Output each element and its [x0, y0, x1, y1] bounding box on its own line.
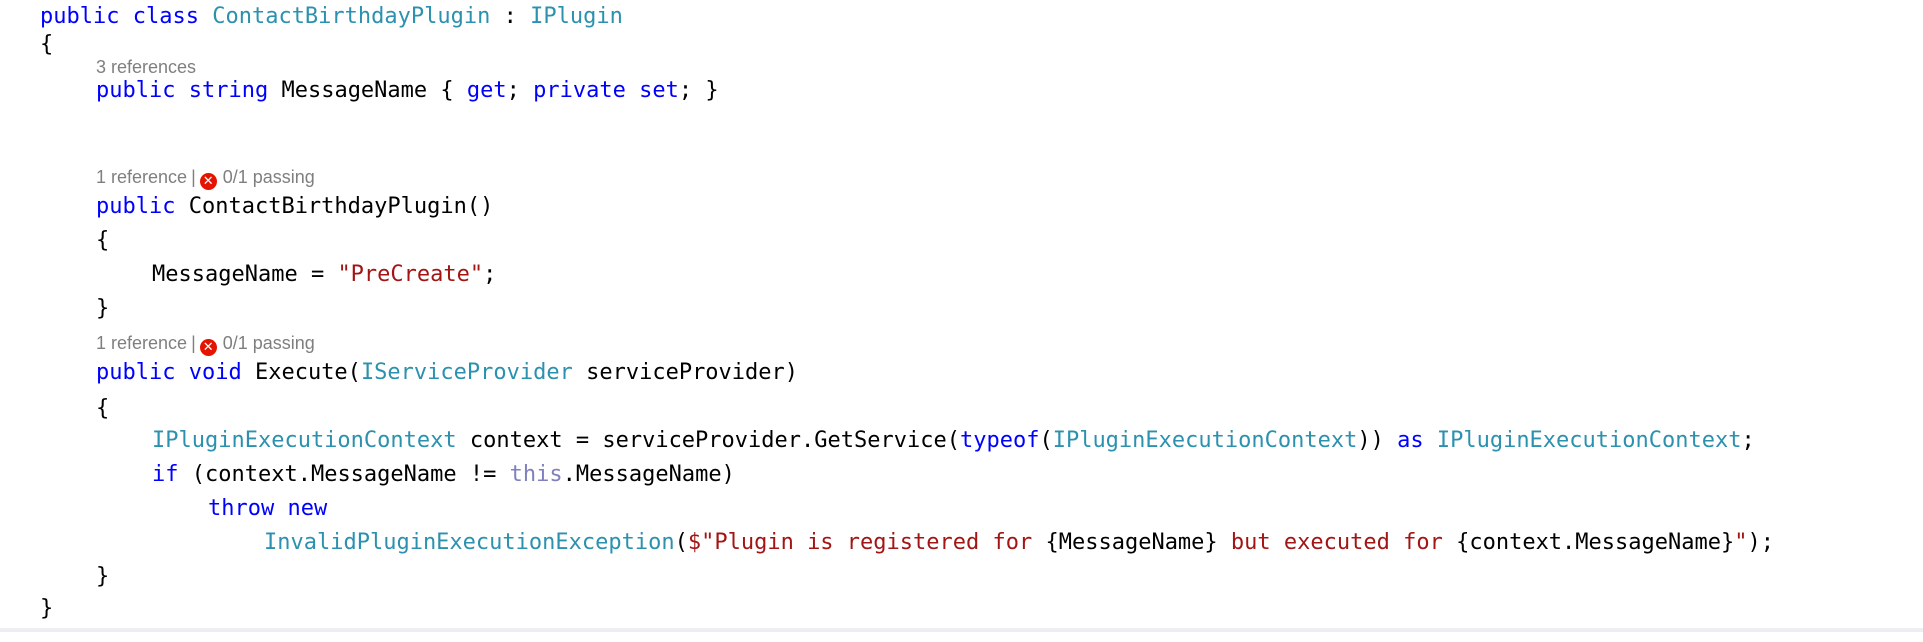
string-literal: $"Plugin is registered for: [687, 530, 1046, 555]
keyword: throw: [208, 496, 275, 521]
code-line-throw: throw new: [208, 492, 327, 526]
type-name: InvalidPluginExecutionException: [264, 530, 675, 555]
code-editor[interactable]: public class ContactBirthdayPlugin : IPl…: [0, 0, 1923, 632]
method-name: Execute(: [241, 360, 361, 385]
code-line-brace-open: {: [96, 392, 109, 426]
codelens-separator: |: [191, 333, 196, 353]
interpolation: {context.MessageName}: [1456, 530, 1735, 555]
keyword: this: [509, 462, 563, 487]
interpolation: {MessageName}: [1045, 530, 1218, 555]
type-name: IPluginExecutionContext: [1436, 428, 1742, 453]
punctuation: (: [674, 530, 688, 555]
keyword: get: [466, 78, 507, 103]
keyword: string: [188, 78, 269, 103]
code-line-constructor: public ContactBirthdayPlugin(): [96, 190, 493, 224]
code-line-property: public string MessageName { get; private…: [96, 74, 719, 108]
code-line-assignment: MessageName = "PreCreate";: [152, 258, 496, 292]
code-line-brace-close: }: [40, 592, 53, 626]
code-line-brace-close: }: [96, 292, 109, 326]
brace: {: [96, 228, 110, 253]
interface-name: IPlugin: [530, 4, 623, 29]
codelens-execute: 1 reference | ✕ 0/1 passing: [96, 330, 315, 356]
type-name: IPluginExecutionContext: [152, 428, 457, 453]
brace: }: [96, 296, 110, 321]
code-text: (context.MessageName !=: [178, 462, 510, 487]
punctuation: ;: [483, 262, 497, 287]
brace: }: [96, 564, 110, 589]
references-link[interactable]: 1 reference: [96, 333, 187, 353]
brace: }: [40, 596, 54, 621]
code-line-brace-open: {: [40, 28, 53, 62]
code-line-brace-close: }: [96, 560, 109, 594]
code-line-class-decl: public class ContactBirthdayPlugin : IPl…: [40, 0, 623, 34]
punctuation: )): [1357, 428, 1398, 453]
keyword: if: [152, 462, 179, 487]
keyword: public: [96, 78, 176, 103]
keyword: public: [96, 360, 176, 385]
code-line-exception: InvalidPluginExecutionException($"Plugin…: [264, 526, 1774, 560]
brace: {: [40, 32, 54, 57]
test-status-text: 0/1 passing: [222, 333, 315, 353]
colon: :: [490, 4, 531, 29]
string-literal: ": [1734, 530, 1748, 555]
punctuation: );: [1747, 530, 1775, 555]
test-status[interactable]: ✕ 0/1 passing: [199, 167, 315, 190]
code-line-context: IPluginExecutionContext context = servic…: [152, 424, 1755, 458]
property-name: MessageName {: [268, 78, 467, 103]
string-literal: but executed for: [1217, 530, 1457, 555]
brace: {: [96, 396, 110, 421]
type-name: IPluginExecutionContext: [1052, 428, 1358, 453]
code-line-if: if (context.MessageName != this.MessageN…: [152, 458, 735, 492]
test-status-text: 0/1 passing: [222, 167, 315, 187]
keyword: typeof: [959, 428, 1040, 453]
code-line-execute-decl: public void Execute(IServiceProvider ser…: [96, 356, 798, 390]
keyword: void: [188, 360, 242, 385]
punctuation: (: [1039, 428, 1053, 453]
codelens-constructor: 1 reference | ✕ 0/1 passing: [96, 164, 315, 190]
class-name: ContactBirthdayPlugin: [212, 4, 491, 29]
keyword: class: [132, 4, 199, 29]
keyword: public: [96, 194, 176, 219]
keyword: public: [40, 4, 120, 29]
code-line-brace-open: {: [96, 224, 109, 258]
punctuation: ;: [506, 78, 534, 103]
keyword: private: [533, 78, 626, 103]
x-circle-icon: ✕: [199, 173, 217, 190]
punctuation: ;: [1741, 428, 1755, 453]
keyword: set: [639, 78, 679, 103]
constructor-name: ContactBirthdayPlugin(): [175, 194, 494, 219]
type-name: IServiceProvider: [360, 360, 573, 385]
references-link[interactable]: 1 reference: [96, 167, 187, 187]
keyword: as: [1397, 428, 1424, 453]
codelens-separator: |: [191, 167, 196, 187]
string-literal: "PreCreate": [337, 262, 484, 287]
code-text: .MessageName): [562, 462, 735, 487]
assignment-lhs: MessageName =: [152, 262, 338, 287]
code-text: context = serviceProvider.GetService(: [456, 428, 960, 453]
parameter: serviceProvider): [572, 360, 799, 385]
x-circle-icon: ✕: [199, 339, 217, 356]
keyword: new: [287, 496, 328, 521]
punctuation: ; }: [678, 78, 719, 103]
test-status[interactable]: ✕ 0/1 passing: [199, 333, 315, 356]
editor-bottom-border: [0, 628, 1923, 632]
